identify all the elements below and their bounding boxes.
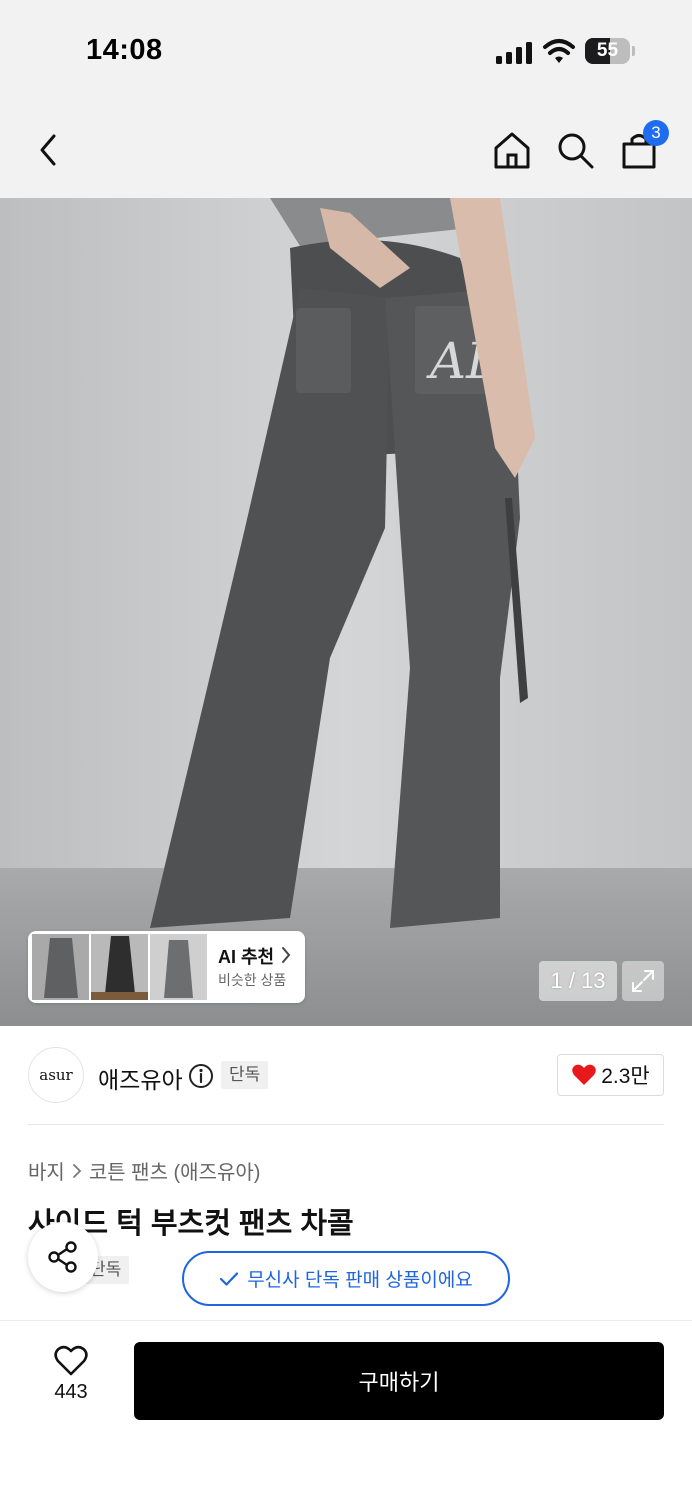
ai-recommend-card[interactable]: AI 추천 비슷한 상품 — [28, 931, 305, 1003]
wifi-icon — [543, 39, 575, 63]
expand-image-button[interactable] — [622, 961, 664, 1001]
bottom-action-bar: 443 구매하기 — [0, 1320, 692, 1500]
heart-outline-icon — [54, 1345, 88, 1376]
search-button[interactable] — [551, 122, 599, 178]
wishlist-button[interactable]: 443 — [36, 1345, 106, 1419]
exclusive-toast: 무신사 단독 판매 상품이에요 — [182, 1251, 510, 1306]
breadcrumb-category[interactable]: 바지 — [28, 1156, 65, 1185]
battery-indicator: 55 — [585, 38, 635, 64]
heart-filled-icon — [572, 1064, 597, 1085]
cart-count-badge: 3 — [643, 120, 669, 146]
cart-button[interactable]: 3 — [615, 120, 669, 178]
check-icon — [220, 1271, 239, 1286]
status-time: 14:08 — [86, 34, 163, 66]
status-bar: 14:08 55 — [0, 0, 692, 100]
recommend-thumbnail — [91, 934, 148, 1000]
page-total: 13 — [581, 968, 606, 993]
brand-logo[interactable]: asur — [28, 1047, 84, 1103]
app-header: 3 — [0, 100, 692, 198]
chevron-left-icon — [40, 134, 56, 166]
ai-recommend-subtitle: 비슷한 상품 — [218, 972, 287, 988]
brand-name[interactable]: 애즈유아 — [98, 1061, 183, 1095]
buy-button[interactable]: 구매하기 — [134, 1342, 664, 1420]
share-button[interactable] — [28, 1222, 98, 1292]
image-page-counter: 1 / 13 — [539, 961, 617, 1001]
chevron-right-icon — [282, 947, 291, 963]
ai-recommend-title: AI 추천 — [218, 947, 275, 967]
share-icon — [48, 1241, 77, 1273]
recommend-thumbnail — [32, 934, 89, 1000]
brand-like-button[interactable]: 2.3만 — [557, 1054, 664, 1096]
search-icon — [558, 133, 594, 169]
cellular-signal-icon — [496, 42, 532, 64]
product-photo: AD — [0, 198, 692, 1026]
home-icon — [494, 132, 530, 169]
section-divider — [28, 1124, 664, 1125]
expand-icon — [632, 970, 654, 992]
breadcrumb-subcategory[interactable]: 코튼 팬츠 (애즈유아) — [89, 1156, 261, 1185]
page-current: 1 — [550, 968, 563, 993]
battery-level: 55 — [596, 40, 619, 61]
recommend-thumbnail — [150, 934, 207, 1000]
toast-text: 무신사 단독 판매 상품이에요 — [247, 1270, 473, 1291]
breadcrumb: 바지 코튼 팬츠 (애즈유아) — [28, 1156, 260, 1185]
product-image-gallery[interactable]: AD AI 추천 비슷한 상품 1 / 13 — [0, 198, 692, 1026]
page-separator: / — [568, 968, 575, 993]
info-icon[interactable] — [188, 1063, 214, 1089]
home-button[interactable] — [488, 122, 536, 178]
chevron-right-icon — [72, 1163, 82, 1178]
wishlist-count: 443 — [54, 1381, 88, 1403]
exclusive-badge: 단독 — [221, 1061, 269, 1089]
back-button[interactable] — [24, 122, 72, 178]
brand-like-count: 2.3만 — [601, 1065, 650, 1088]
